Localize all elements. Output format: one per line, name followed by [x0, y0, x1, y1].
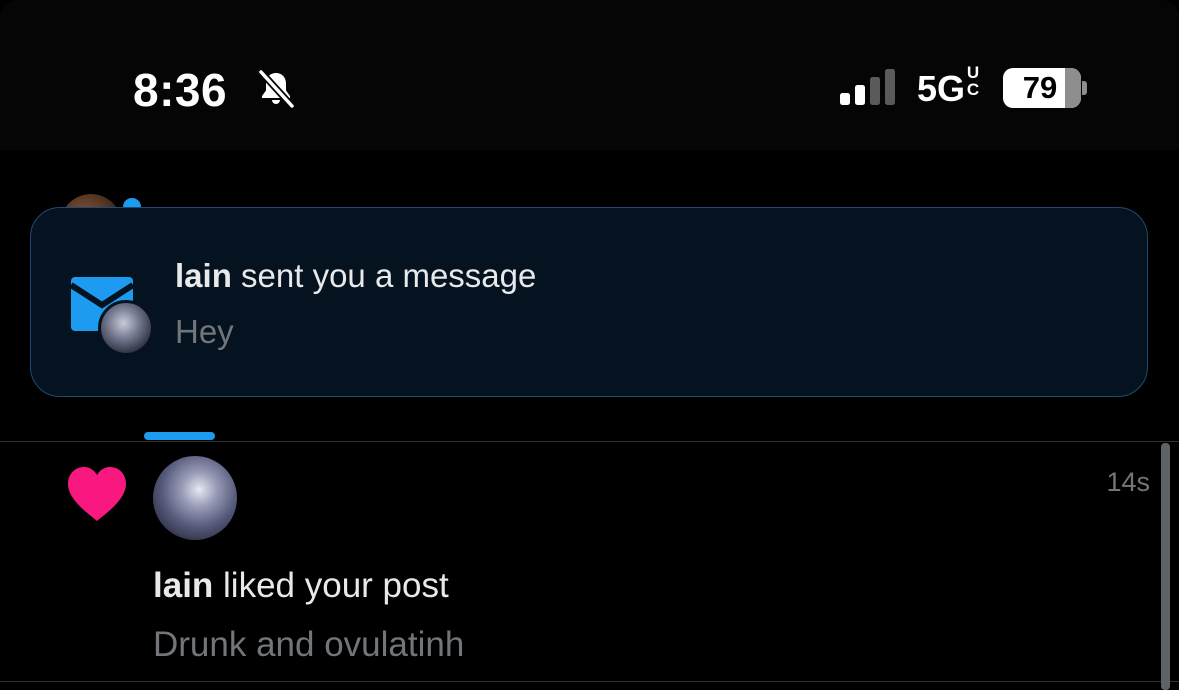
- cellular-signal-icon: [840, 69, 895, 105]
- toast-action: sent you a message: [231, 257, 537, 294]
- network-suffix-bottom: C: [966, 80, 980, 99]
- battery-tip: [1082, 81, 1087, 95]
- bell-slash-icon: [257, 68, 296, 110]
- sender-avatar: [98, 300, 154, 356]
- status-time: 8:36: [133, 64, 228, 116]
- scrollbar[interactable]: [1161, 443, 1170, 690]
- notification-user[interactable]: lain: [153, 566, 213, 605]
- toast-title: lain sent you a message: [175, 254, 536, 298]
- network-type: 5G U C: [917, 64, 980, 113]
- active-tab-indicator: [144, 432, 215, 440]
- divider: [0, 681, 1179, 682]
- toast-message-preview: Hey: [175, 313, 234, 350]
- notification-time: 14s: [1106, 467, 1150, 497]
- network-label: 5G: [917, 68, 966, 109]
- heart-icon: [68, 467, 126, 521]
- toast-sender: lain: [175, 257, 232, 294]
- battery-icon: 79: [1003, 68, 1081, 108]
- notification-text: lain liked your post: [153, 563, 449, 609]
- liked-post-text[interactable]: Drunk and ovulatinh: [153, 622, 464, 668]
- battery-percent: 79: [1022, 70, 1058, 105]
- notification-action: liked your post: [213, 566, 449, 605]
- network-uc-badge: UC: [966, 64, 980, 98]
- like-notification[interactable]: 14s lain liked your post Drunk and ovula…: [0, 442, 1179, 681]
- user-avatar[interactable]: [153, 456, 237, 540]
- notifications-screen: 8:36 5G U C 79 lain sent you a message H…: [0, 0, 1179, 690]
- status-bar: 8:36 5G U C 79: [0, 0, 1179, 150]
- message-toast[interactable]: lain sent you a message Hey: [30, 207, 1148, 397]
